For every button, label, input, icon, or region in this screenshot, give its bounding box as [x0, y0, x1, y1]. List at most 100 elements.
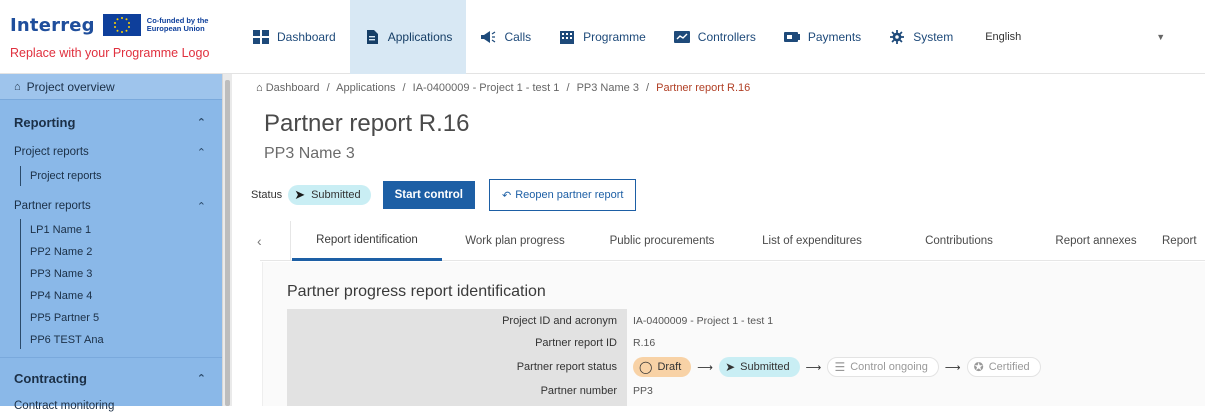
sidebar-item-partner[interactable]: PP4 Name 4 — [0, 286, 222, 306]
tab-list-of-expenditures[interactable]: List of expenditures — [736, 221, 888, 261]
tab-work-plan-progress[interactable]: Work plan progress — [442, 221, 588, 261]
document-icon — [366, 30, 378, 44]
sidebar-section-reporting[interactable]: Reporting ⌃ — [0, 110, 222, 134]
sidebar-section-label: Contracting — [14, 370, 87, 386]
nav-dashboard[interactable]: Dashboard — [239, 0, 350, 74]
tab-contributions[interactable]: Contributions — [888, 221, 1030, 261]
sidebar-item-label: LP1 Name 1 — [30, 224, 92, 236]
sidebar: ⌂ Project overview Reporting ⌃ Project r… — [0, 74, 222, 412]
table-row: Partner report status ◯ Draft ⟶ ➤ Submit… — [287, 355, 1205, 379]
certificate-icon: ✪ — [973, 360, 984, 374]
sidebar-group-partner-reports[interactable]: Partner reports ⌃ — [0, 196, 222, 216]
scrollbar-thumb[interactable] — [225, 80, 230, 406]
sidebar-item-partner[interactable]: PP2 Name 2 — [0, 242, 222, 262]
status-workflow: ◯ Draft ⟶ ➤ Submitted ⟶ ☰ Control ongoin… — [627, 357, 1041, 377]
reopen-label: Reopen partner report — [515, 189, 624, 201]
nav-controllers-label: Controllers — [697, 30, 756, 44]
workflow-certified-badge: ✪ Certified — [966, 357, 1041, 377]
tab-report-annexes[interactable]: Report annexes — [1030, 221, 1162, 261]
checklist-icon: ☰ — [834, 360, 846, 374]
nav-programme[interactable]: Programme — [545, 0, 660, 74]
sidebar-item-label: PP3 Name 3 — [30, 268, 93, 280]
sidebar-group-project-reports[interactable]: Project reports ⌃ — [0, 142, 222, 162]
reopen-report-button[interactable]: ↶ Reopen partner report — [489, 179, 637, 211]
sidebar-item-partner[interactable]: LP1 Name 1 — [0, 220, 222, 240]
cofunded-label: Co-funded by the European Union — [146, 16, 209, 33]
arrow-right-icon: ⟶ — [805, 361, 822, 374]
workflow-step-label: Control ongoing — [850, 361, 928, 373]
payments-icon — [783, 32, 800, 42]
chevron-left-icon[interactable]: ‹ — [257, 233, 262, 249]
sidebar-item-label: Contract monitoring — [14, 400, 115, 412]
nav-system[interactable]: System — [875, 0, 967, 74]
top-bar: Interreg Co-funded by the European Union… — [0, 0, 1205, 74]
nav-payments[interactable]: Payments — [770, 0, 875, 74]
status-label: Status — [251, 189, 283, 201]
row-label: Partner report ID — [535, 337, 617, 349]
row-value: R.16 — [633, 337, 656, 349]
workflow-step-label: Draft — [657, 361, 682, 373]
sidebar-item-contract-monitoring[interactable]: Contract monitoring — [0, 396, 222, 416]
home-icon[interactable]: ⌂ — [256, 82, 263, 94]
start-control-button[interactable]: Start control — [382, 181, 475, 209]
page-title: Partner report R.16 — [264, 110, 470, 137]
sidebar-item-label: Project overview — [26, 79, 115, 94]
nav-calls[interactable]: Calls — [466, 0, 545, 74]
sidebar-item-label: PP4 Name 4 — [30, 290, 93, 302]
workflow-control-badge: ☰ Control ongoing — [827, 357, 939, 377]
table-row: Project ID and acronym IA-0400009 - Proj… — [287, 311, 1205, 331]
chevron-up-icon: ⌃ — [196, 146, 206, 159]
sidebar-item-label: PP2 Name 2 — [30, 246, 93, 258]
sidebar-group-label: Partner reports — [14, 200, 91, 212]
breadcrumb-separator: / — [646, 82, 650, 94]
identification-table: Project ID and acronym IA-0400009 - Proj… — [287, 309, 1205, 406]
send-arrow-icon: ➤ — [725, 360, 736, 374]
tab-report[interactable]: Report — [1162, 221, 1205, 261]
chevron-up-icon: ⌃ — [196, 116, 206, 129]
eu-flag-icon — [102, 14, 141, 36]
send-arrow-icon: ➤ — [294, 187, 306, 202]
main-nav: Dashboard Applications Calls Programme C… — [239, 0, 1177, 74]
gear-icon — [890, 30, 905, 44]
nav-dashboard-label: Dashboard — [277, 30, 336, 44]
interreg-logo-text: Interreg — [10, 14, 95, 36]
status-value: Submitted — [311, 189, 361, 201]
language-value: English — [985, 31, 1022, 43]
nav-applications[interactable]: Applications — [349, 0, 467, 74]
main-content: ⌂ Dashboard / Applications / IA-0400009 … — [232, 74, 1205, 406]
sidebar-item-partner[interactable]: PP5 Partner 5 — [0, 308, 222, 328]
breadcrumb-link[interactable]: PP3 Name 3 — [577, 82, 639, 94]
table-row: Partner report ID R.16 — [287, 333, 1205, 353]
workflow-submitted-badge: ➤ Submitted — [719, 357, 800, 377]
undo-icon: ↶ — [502, 189, 512, 202]
sidebar-item-partner[interactable]: PP3 Name 3 — [0, 264, 222, 284]
status-badge: ➤ Submitted — [288, 185, 371, 205]
chevron-up-icon: ⌃ — [196, 200, 206, 213]
language-select[interactable]: English ▼ — [967, 0, 1177, 74]
controller-icon — [673, 31, 690, 43]
draft-circle-icon: ◯ — [639, 360, 653, 374]
programme-logo[interactable]: Interreg Co-funded by the European Union… — [10, 12, 232, 68]
sidebar-scrollbar[interactable] — [222, 74, 232, 406]
nav-calls-label: Calls — [504, 30, 532, 44]
breadcrumb-separator: / — [402, 82, 406, 94]
page-subtitle: PP3 Name 3 — [264, 145, 355, 162]
sidebar-item-project-reports[interactable]: Project reports — [0, 166, 222, 186]
breadcrumb-link[interactable]: Applications — [336, 82, 395, 94]
chevron-down-icon: ▼ — [1156, 32, 1166, 42]
sidebar-section-label: Reporting — [14, 114, 76, 130]
tab-report-identification[interactable]: Report identification — [292, 221, 442, 261]
sidebar-item-partner[interactable]: PP6 TEST Ana — [0, 330, 222, 350]
tab-public-procurements[interactable]: Public procurements — [588, 221, 736, 261]
nav-programme-label: Programme — [583, 30, 646, 44]
breadcrumb-link[interactable]: Dashboard — [266, 82, 320, 94]
row-value: IA-0400009 - Project 1 - test 1 — [633, 315, 774, 327]
breadcrumb-link[interactable]: IA-0400009 - Project 1 - test 1 — [413, 82, 560, 94]
sidebar-section-contracting[interactable]: Contracting ⌃ — [0, 366, 222, 390]
workflow-draft-badge: ◯ Draft — [633, 357, 692, 377]
sidebar-item-project-overview[interactable]: ⌂ Project overview — [0, 74, 222, 100]
sidebar-item-label: Project reports — [30, 170, 102, 182]
breadcrumb-current: Partner report R.16 — [656, 82, 751, 94]
nav-controllers[interactable]: Controllers — [660, 0, 770, 74]
nav-applications-label: Applications — [387, 30, 453, 44]
